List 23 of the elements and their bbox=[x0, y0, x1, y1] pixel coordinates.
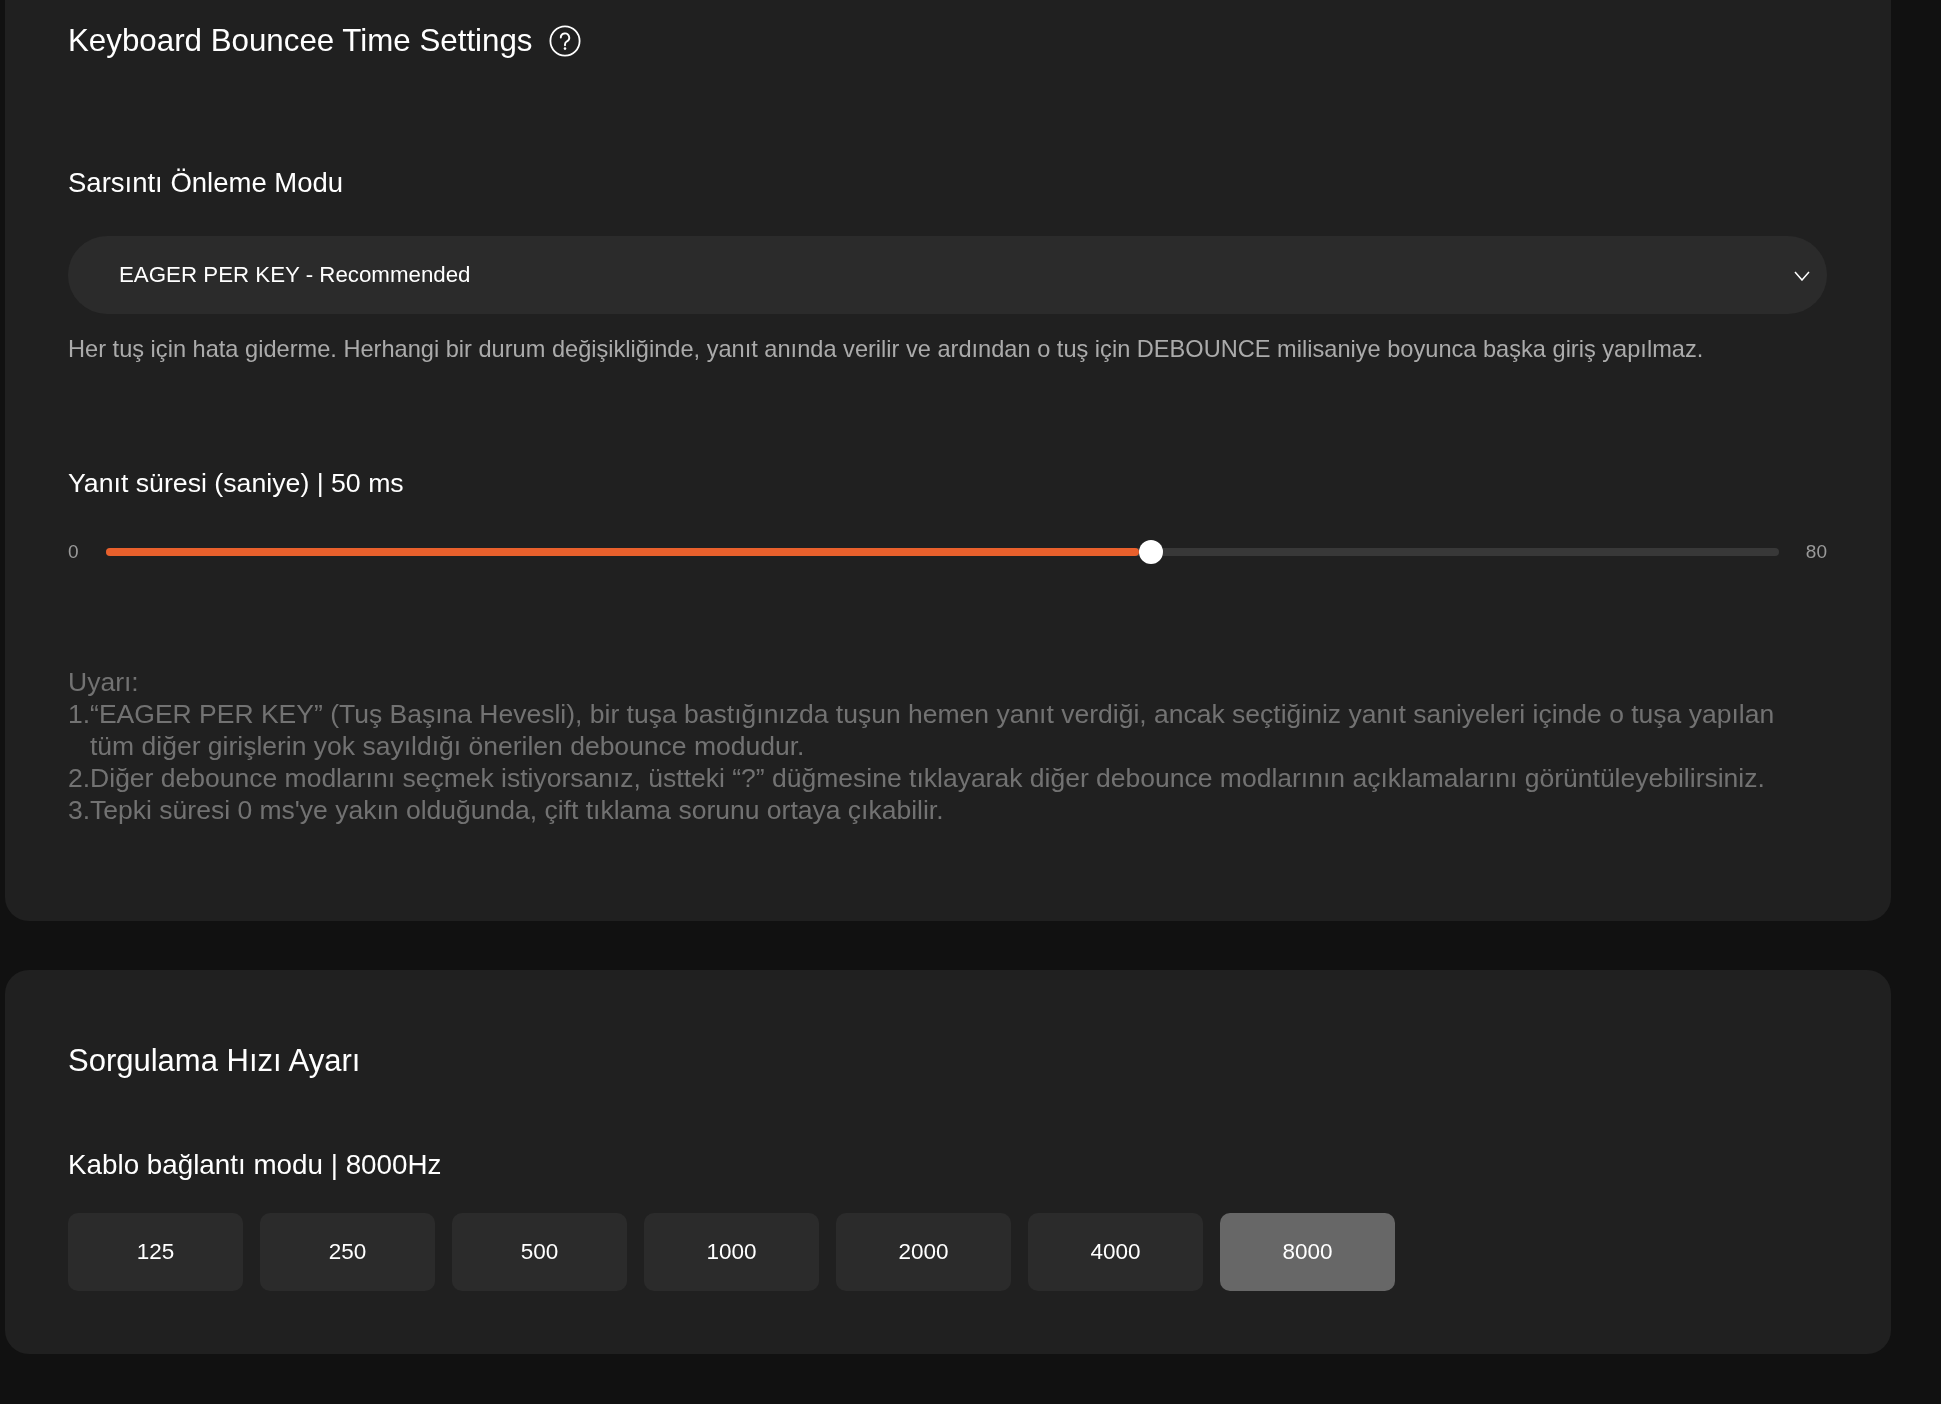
field-label: Kablo bağlantı modu | 8000Hz bbox=[68, 1148, 443, 1182]
mode-description: Her tuş için hata giderme. Herhangi bir durum değişikliğinde, yanıt anında verilir ve ardından o tuş için DEBOUNCE milisaniye boyunca başka giriş yapılmaz. bbox=[68, 335, 1705, 364]
rate-option-button[interactable]: 125 bbox=[68, 1213, 243, 1291]
warning-item: 1.“EAGER PER KEY” (Tuş Başına Hevesli), bir tuşa bastığınızda tuşun hemen yanıt verdiği, ancak seçtiğiniz yanıt saniyeleri içinde o tuşa yapılan tüm diğer girişlerin yok sayıldığı önerilen debounce modudur. bbox=[68, 698, 1776, 762]
rate-option-button[interactable]: 250 bbox=[260, 1213, 435, 1291]
warning-title: Uyarı: bbox=[68, 666, 140, 698]
warning-item: 3.Tepki süresi 0 ms'ye yakın olduğunda, çift tıklama sorunu ortaya çıkabilir. bbox=[68, 794, 945, 826]
warning-item: 2.Diğer debounce modlarını seçmek istiyorsanız, üstteki “?” düğmesine tıklayarak diğer debounce modlarının açıklamalarını görüntüleyebilirsiniz. bbox=[68, 762, 1766, 794]
help-icon[interactable] bbox=[548, 25, 581, 57]
slider-max-label: 80 bbox=[1805, 541, 1827, 563]
chevron-down-icon bbox=[1794, 271, 1810, 281]
rate-option-button[interactable]: 2000 bbox=[836, 1213, 1011, 1291]
section-title: Keyboard Bouncee Time Settings bbox=[68, 22, 533, 60]
slider-handle[interactable] bbox=[1139, 540, 1164, 564]
rate-option-button[interactable]: 4000 bbox=[1028, 1213, 1203, 1291]
rate-option-button[interactable]: 1000 bbox=[644, 1213, 819, 1291]
dropdown[interactable]: EAGER PER KEY - Recommended bbox=[68, 236, 1827, 314]
field-label: Sarsıntı Önleme Modu bbox=[68, 166, 345, 200]
slider-min-label: 0 bbox=[68, 541, 79, 563]
rate-option-button[interactable]: 500 bbox=[452, 1213, 627, 1291]
slider-label: Yanıt süresi (saniye) | 50 ms bbox=[68, 467, 405, 500]
rate-option-button[interactable]: 8000 bbox=[1220, 1213, 1395, 1291]
section-title: Sorgulama Hızı Ayarı bbox=[68, 1042, 362, 1080]
